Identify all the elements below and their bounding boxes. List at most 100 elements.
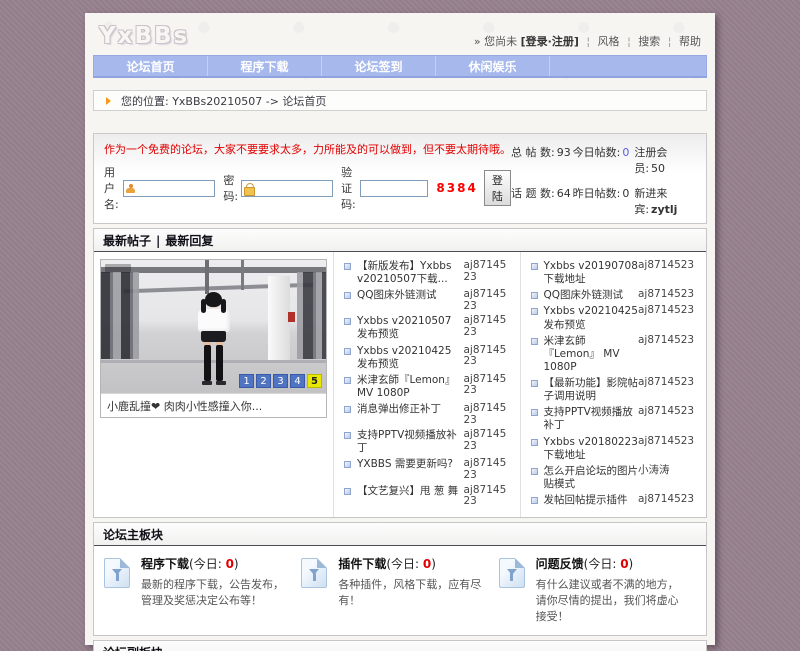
latest-section-header: 最新帖子|最新回复	[94, 229, 706, 252]
board-link[interactable]: 问题反馈	[536, 557, 584, 571]
post-author[interactable]: aj8714523	[464, 289, 512, 312]
post-author[interactable]: aj8714523	[638, 260, 698, 272]
list-item: 【新版发布】Yxbbs v20210507下载...aj8714523	[344, 260, 512, 286]
post-bullet-icon	[344, 406, 351, 413]
post-author[interactable]: aj8714523	[464, 485, 512, 508]
board-today: (今日: 0)	[386, 557, 436, 571]
slideshow-widget[interactable]: 1 2 3 4 5 小鹿乱撞❤ 肉肉小性感撞入你...	[100, 259, 327, 418]
post-link[interactable]: Yxbbs v20180223下载地址	[544, 436, 639, 462]
captcha-input[interactable]	[360, 180, 428, 197]
pager-2[interactable]: 2	[256, 374, 271, 388]
person-shorts	[201, 331, 226, 342]
post-link[interactable]: 发帖回帖提示插件	[544, 494, 639, 507]
tab-program-download[interactable]: 程序下载	[208, 56, 322, 76]
post-author[interactable]: aj8714523	[464, 260, 512, 283]
post-bullet-icon	[531, 338, 538, 345]
style-link[interactable]: 风格	[598, 35, 620, 48]
post-link[interactable]: Yxbbs v20210425 发布预览	[544, 305, 639, 331]
board-icon[interactable]	[301, 558, 327, 588]
post-author[interactable]: aj8714523	[638, 406, 698, 418]
post-bullet-icon	[344, 348, 351, 355]
desktop-background: YxBBs » 您尚未 [登录·注册] ¦ 风格 ¦ 搜索 ¦ 帮助 论坛首页 …	[0, 0, 800, 651]
login-button[interactable]: 登 陆	[484, 170, 511, 206]
username-input[interactable]	[123, 180, 215, 197]
search-link[interactable]: 搜索	[638, 35, 660, 48]
board-feedback: 问题反馈(今日: 0) 有什么建议或者不满的地方，请你尽情的提出，我们将虚心接受…	[499, 555, 696, 625]
captcha-code: 8384	[436, 181, 477, 195]
post-link[interactable]: Yxbbs v20210425 发布预览	[357, 345, 464, 371]
main-nav: 论坛首页 程序下载 论坛签到 休闲娱乐	[93, 55, 707, 78]
tab-leisure[interactable]: 休闲娱乐	[436, 56, 550, 76]
post-author[interactable]: aj8714523	[638, 436, 698, 448]
pager-1[interactable]: 1	[239, 374, 254, 388]
post-author[interactable]: aj8714523	[464, 345, 512, 368]
link-separator: ¦	[586, 35, 590, 48]
post-link[interactable]: YXBBS 需要更新吗?	[357, 458, 464, 471]
post-link[interactable]: QQ图床外链测试	[357, 289, 464, 302]
post-author[interactable]: aj8714523	[638, 335, 698, 347]
sub-boards-section: 论坛副板块 经验交流(今日: 0) 让我们在这里自由交流，互相学习，共同进步！ …	[93, 640, 707, 651]
post-bullet-icon	[344, 488, 351, 495]
post-link[interactable]: 支持PPTV视频播放补丁	[357, 429, 464, 455]
board-description: 最新的程序下载，公告发布，管理及奖惩决定公布等！	[141, 577, 291, 609]
post-bullet-icon	[531, 380, 538, 387]
post-link[interactable]: 【最新功能】影院帖子调用说明	[544, 377, 639, 403]
post-author[interactable]: aj8714523	[464, 429, 512, 452]
post-link[interactable]: 【新版发布】Yxbbs v20210507下载...	[357, 260, 464, 286]
post-link[interactable]: QQ图床外链测试	[544, 289, 639, 302]
list-item: Yxbbs v20190708下载地址aj8714523	[531, 260, 699, 286]
post-link[interactable]: 米津玄師『Lemon』 MV 1080P	[357, 374, 464, 400]
pager-4[interactable]: 4	[290, 374, 305, 388]
post-author[interactable]: aj8714523	[638, 494, 698, 506]
tab-forum-home[interactable]: 论坛首页	[94, 56, 208, 76]
list-item: Yxbbs v20210507 发布预览aj8714523	[344, 315, 512, 341]
latest-posts-tab[interactable]: 最新帖子	[103, 234, 151, 248]
user-icon	[126, 184, 135, 193]
post-link[interactable]: Yxbbs v20190708下载地址	[544, 260, 639, 286]
post-author[interactable]: aj8714523	[638, 377, 698, 389]
post-link[interactable]: Yxbbs v20210507 发布预览	[357, 315, 464, 341]
board-icon[interactable]	[104, 558, 130, 588]
person-shoes	[191, 381, 237, 385]
login-status-text: 您尚未	[484, 35, 517, 48]
post-link[interactable]: 【文艺复兴】甩 葱 舞	[357, 485, 464, 498]
board-description: 各种插件，风格下载，应有尽有！	[338, 577, 488, 609]
list-item: 米津玄師『Lemon』 MV 1080Paj8714523	[344, 374, 512, 400]
tab-forum-signin[interactable]: 论坛签到	[322, 56, 436, 76]
post-author[interactable]: aj8714523	[638, 305, 698, 317]
post-link[interactable]: 消息弹出修正补丁	[357, 403, 464, 416]
post-author[interactable]: 小涛涛	[638, 465, 698, 477]
photo-right-wall	[297, 272, 326, 359]
breadcrumb-arrow-icon	[106, 97, 111, 105]
list-item: Yxbbs v20210425 发布预览aj8714523	[531, 305, 699, 331]
captcha-field-wrap	[360, 180, 428, 197]
breadcrumb-text: 您的位置: YxBBs20210507 -> 论坛首页	[121, 93, 326, 109]
stat-newest-member: 新进来宾:zytlj	[634, 185, 696, 217]
post-author[interactable]: aj8714523	[464, 403, 512, 426]
board-link[interactable]: 程序下载	[141, 557, 189, 571]
lock-icon	[244, 183, 253, 194]
latest-body: 1 2 3 4 5 小鹿乱撞❤ 肉肉小性感撞入你... 【新版发布】Yxbbs …	[94, 252, 706, 517]
post-author[interactable]: aj8714523	[464, 315, 512, 338]
pager-5-active[interactable]: 5	[307, 374, 322, 388]
slideshow-pager: 1 2 3 4 5	[239, 374, 322, 388]
slideshow-caption[interactable]: 小鹿乱撞❤ 肉肉小性感撞入你...	[101, 393, 326, 417]
post-link[interactable]: 怎么开启论坛的图片贴模式	[544, 465, 639, 491]
slideshow-photo[interactable]: 1 2 3 4 5	[101, 260, 326, 393]
list-item: YXBBS 需要更新吗?aj8714523	[344, 458, 512, 481]
post-link[interactable]: 支持PPTV视频播放补丁	[544, 406, 639, 432]
latest-replies-tab[interactable]: 最新回复	[165, 234, 213, 248]
board-today: (今日: 0)	[189, 557, 239, 571]
login-register-link[interactable]: [登录·注册]	[521, 35, 579, 48]
post-link[interactable]: 米津玄師『Lemon』 MV 1080P	[544, 335, 639, 374]
panel-left: 作为一个免费的论坛，大家不要要求太多，力所能及的可以做到，但不要太期待哦。 用户…	[104, 141, 511, 217]
list-item: Yxbbs v20180223下载地址aj8714523	[531, 436, 699, 462]
post-author[interactable]: aj8714523	[464, 458, 512, 481]
post-bullet-icon	[531, 409, 538, 416]
pager-3[interactable]: 3	[273, 374, 288, 388]
board-icon[interactable]	[499, 558, 525, 588]
board-link[interactable]: 插件下载	[338, 557, 386, 571]
help-link[interactable]: 帮助	[679, 35, 701, 48]
post-author[interactable]: aj8714523	[464, 374, 512, 397]
post-author[interactable]: aj8714523	[638, 289, 698, 301]
